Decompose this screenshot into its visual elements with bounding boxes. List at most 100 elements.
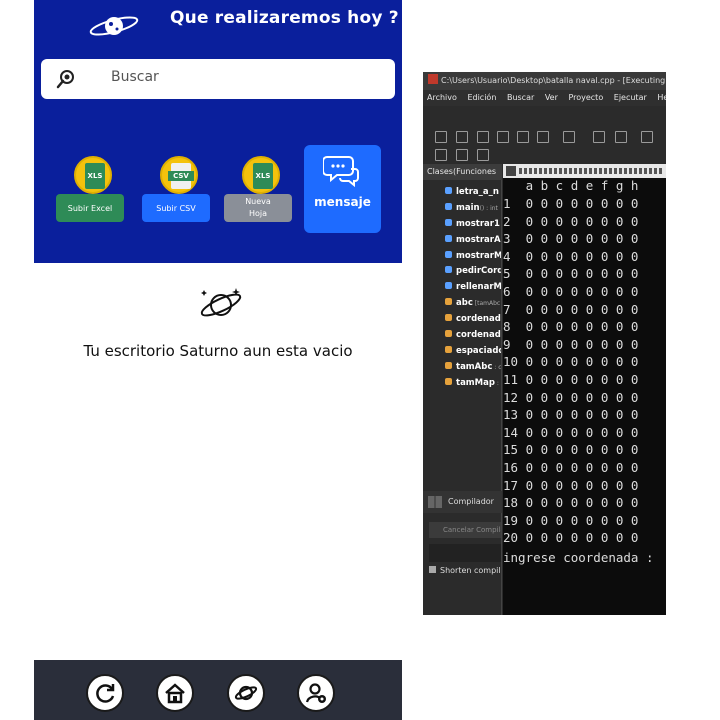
saturn-planet-icon xyxy=(200,288,242,317)
search-bar[interactable]: Buscar xyxy=(41,59,395,99)
csv-file-icon: CSV xyxy=(160,156,198,194)
planet-nav-button[interactable] xyxy=(227,674,265,712)
bottom-navigation xyxy=(34,660,402,720)
copy-icon[interactable] xyxy=(537,131,549,143)
console-grid-row: 2 0 0 0 0 0 0 0 0 xyxy=(503,213,639,229)
undo-icon[interactable] xyxy=(593,131,605,143)
console-grid-row: 9 0 0 0 0 0 0 0 0 xyxy=(503,336,639,352)
planet-icon xyxy=(234,685,258,701)
devcpp-app-icon xyxy=(428,74,438,84)
user-settings-icon xyxy=(305,683,326,703)
console-grid-row: 18 0 0 0 0 0 0 0 0 xyxy=(503,495,639,511)
open-file-icon[interactable] xyxy=(456,131,468,143)
function-icon xyxy=(445,203,452,210)
class-item[interactable]: abc [tamAbc xyxy=(445,297,501,310)
console-grid-row: 6 0 0 0 0 0 0 0 0 xyxy=(503,284,639,299)
variable-icon xyxy=(445,298,452,305)
upload-csv-action[interactable]: CSV Subir CSV xyxy=(140,150,230,240)
cancel-compile-button[interactable]: Cancelar Compila xyxy=(429,522,501,538)
menu-herramientas[interactable]: Herram xyxy=(657,93,666,102)
new-sheet-icon-label: XLS xyxy=(255,172,271,180)
console-grid-row: 8 0 0 0 0 0 0 0 0 xyxy=(503,319,639,335)
compile-log-field xyxy=(429,544,501,562)
shorten-label: Shorten compil xyxy=(440,566,501,575)
upload-csv-button[interactable]: Subir CSV xyxy=(142,194,210,222)
search-input[interactable]: Buscar xyxy=(111,69,159,85)
menu-proyecto[interactable]: Proyecto xyxy=(568,93,603,102)
menu-buscar[interactable]: Buscar xyxy=(507,93,534,102)
console-grid-row: 11 0 0 0 0 0 0 0 0 xyxy=(503,372,639,387)
new-file-icon[interactable] xyxy=(435,131,447,143)
function-icon xyxy=(445,282,452,289)
menu-archivo[interactable]: Archivo xyxy=(427,93,457,102)
search-icon[interactable] xyxy=(55,68,77,90)
save-icon[interactable] xyxy=(477,131,489,143)
compiler-tab-label: Compilador xyxy=(448,497,494,506)
upload-excel-action[interactable]: XLS Subir Excel xyxy=(54,150,144,240)
chat-bubbles-icon xyxy=(323,156,359,188)
class-item[interactable]: tamAbc : c xyxy=(445,361,501,374)
message-button-label: mensaje xyxy=(314,195,371,209)
ide-window-title: C:\Users\Usuario\Desktop\batalla naval.c… xyxy=(441,76,666,85)
print-icon[interactable] xyxy=(563,131,575,143)
function-icon xyxy=(445,251,452,258)
ide-toolbar-secondary xyxy=(423,146,666,164)
console-grid-row: 16 0 0 0 0 0 0 0 0 xyxy=(503,460,639,475)
class-item[interactable]: mostrar1 xyxy=(445,218,501,231)
compiler-tab[interactable]: Compilador xyxy=(423,491,502,513)
home-icon xyxy=(165,683,185,704)
ide-window: C:\Users\Usuario\Desktop\batalla naval.c… xyxy=(423,72,666,615)
menu-ejecutar[interactable]: Ejecutar xyxy=(614,93,647,102)
profile-nav-button[interactable] xyxy=(297,674,335,712)
function-icon xyxy=(445,235,452,242)
class-browser-panel: Clases(Funciones letra_a_n main() : int … xyxy=(423,164,502,615)
checkbox-icon[interactable] xyxy=(429,566,436,573)
ide-toolbar xyxy=(423,126,666,148)
console-grid-row: 19 0 0 0 0 0 0 0 0 xyxy=(503,512,639,528)
class-item[interactable]: cordenada xyxy=(445,329,501,342)
home-nav-button[interactable] xyxy=(156,674,194,712)
shorten-compiler-paths-option[interactable]: Shorten compil xyxy=(429,564,501,578)
save-all-icon[interactable] xyxy=(497,131,509,143)
console-title-bar xyxy=(503,164,666,178)
console-grid-row: 7 0 0 0 0 0 0 0 0 xyxy=(503,301,639,317)
class-item[interactable]: espaciado xyxy=(445,345,501,358)
upload-excel-button[interactable]: Subir Excel xyxy=(56,194,124,222)
message-button[interactable]: mensaje xyxy=(304,145,381,233)
class-item[interactable]: pedirCord xyxy=(445,265,501,278)
class-item[interactable]: tamMap : xyxy=(445,377,501,390)
variable-icon xyxy=(445,346,452,353)
refresh-nav-button[interactable] xyxy=(86,674,124,712)
console-grid-row: 1 0 0 0 0 0 0 0 0 xyxy=(503,196,639,211)
class-item[interactable]: main() : int xyxy=(445,202,501,215)
function-icon xyxy=(445,187,452,194)
console-grid-row: 15 0 0 0 0 0 0 0 0 xyxy=(503,442,639,458)
new-sheet-button[interactable]: Nueva Hoja xyxy=(224,194,292,222)
console-grid-row: 5 0 0 0 0 0 0 0 0 xyxy=(503,266,639,282)
compiler-grid-icon xyxy=(428,496,442,508)
bookmark-icon[interactable] xyxy=(456,149,468,161)
variable-icon xyxy=(445,362,452,369)
class-item[interactable]: mostrarA xyxy=(445,234,501,247)
replace-icon[interactable] xyxy=(641,131,653,143)
csv-icon-label: CSV xyxy=(168,171,194,181)
goto-bookmark-icon[interactable] xyxy=(477,149,489,161)
new-sheet-icon: XLS xyxy=(242,156,280,194)
excel-file-icon: XLS xyxy=(74,156,112,194)
class-item[interactable]: rellenarM xyxy=(445,281,501,294)
console-grid-row: 10 0 0 0 0 0 0 0 0 xyxy=(503,354,639,370)
new-sheet-action[interactable]: XLS Nueva Hoja xyxy=(222,150,312,240)
console-grid-row: 4 0 0 0 0 0 0 0 0 xyxy=(503,248,639,264)
console-grid-row: 20 0 0 0 0 0 0 0 0 xyxy=(503,530,639,546)
class-item[interactable]: mostrarM xyxy=(445,250,501,263)
close-file-icon[interactable] xyxy=(517,131,529,143)
menu-ver[interactable]: Ver xyxy=(545,93,558,102)
menu-edicion[interactable]: Edición xyxy=(467,93,496,102)
console-grid-row: 14 0 0 0 0 0 0 0 0 xyxy=(503,424,639,440)
page-title: Que realizaremos hoy ? xyxy=(170,8,399,28)
class-browser-tab[interactable]: Clases(Funciones xyxy=(423,164,502,180)
find-icon[interactable] xyxy=(615,131,627,143)
class-item[interactable]: letra_a_n xyxy=(445,186,501,199)
class-item[interactable]: cordenada xyxy=(445,313,501,326)
indent-icon[interactable] xyxy=(435,149,447,161)
